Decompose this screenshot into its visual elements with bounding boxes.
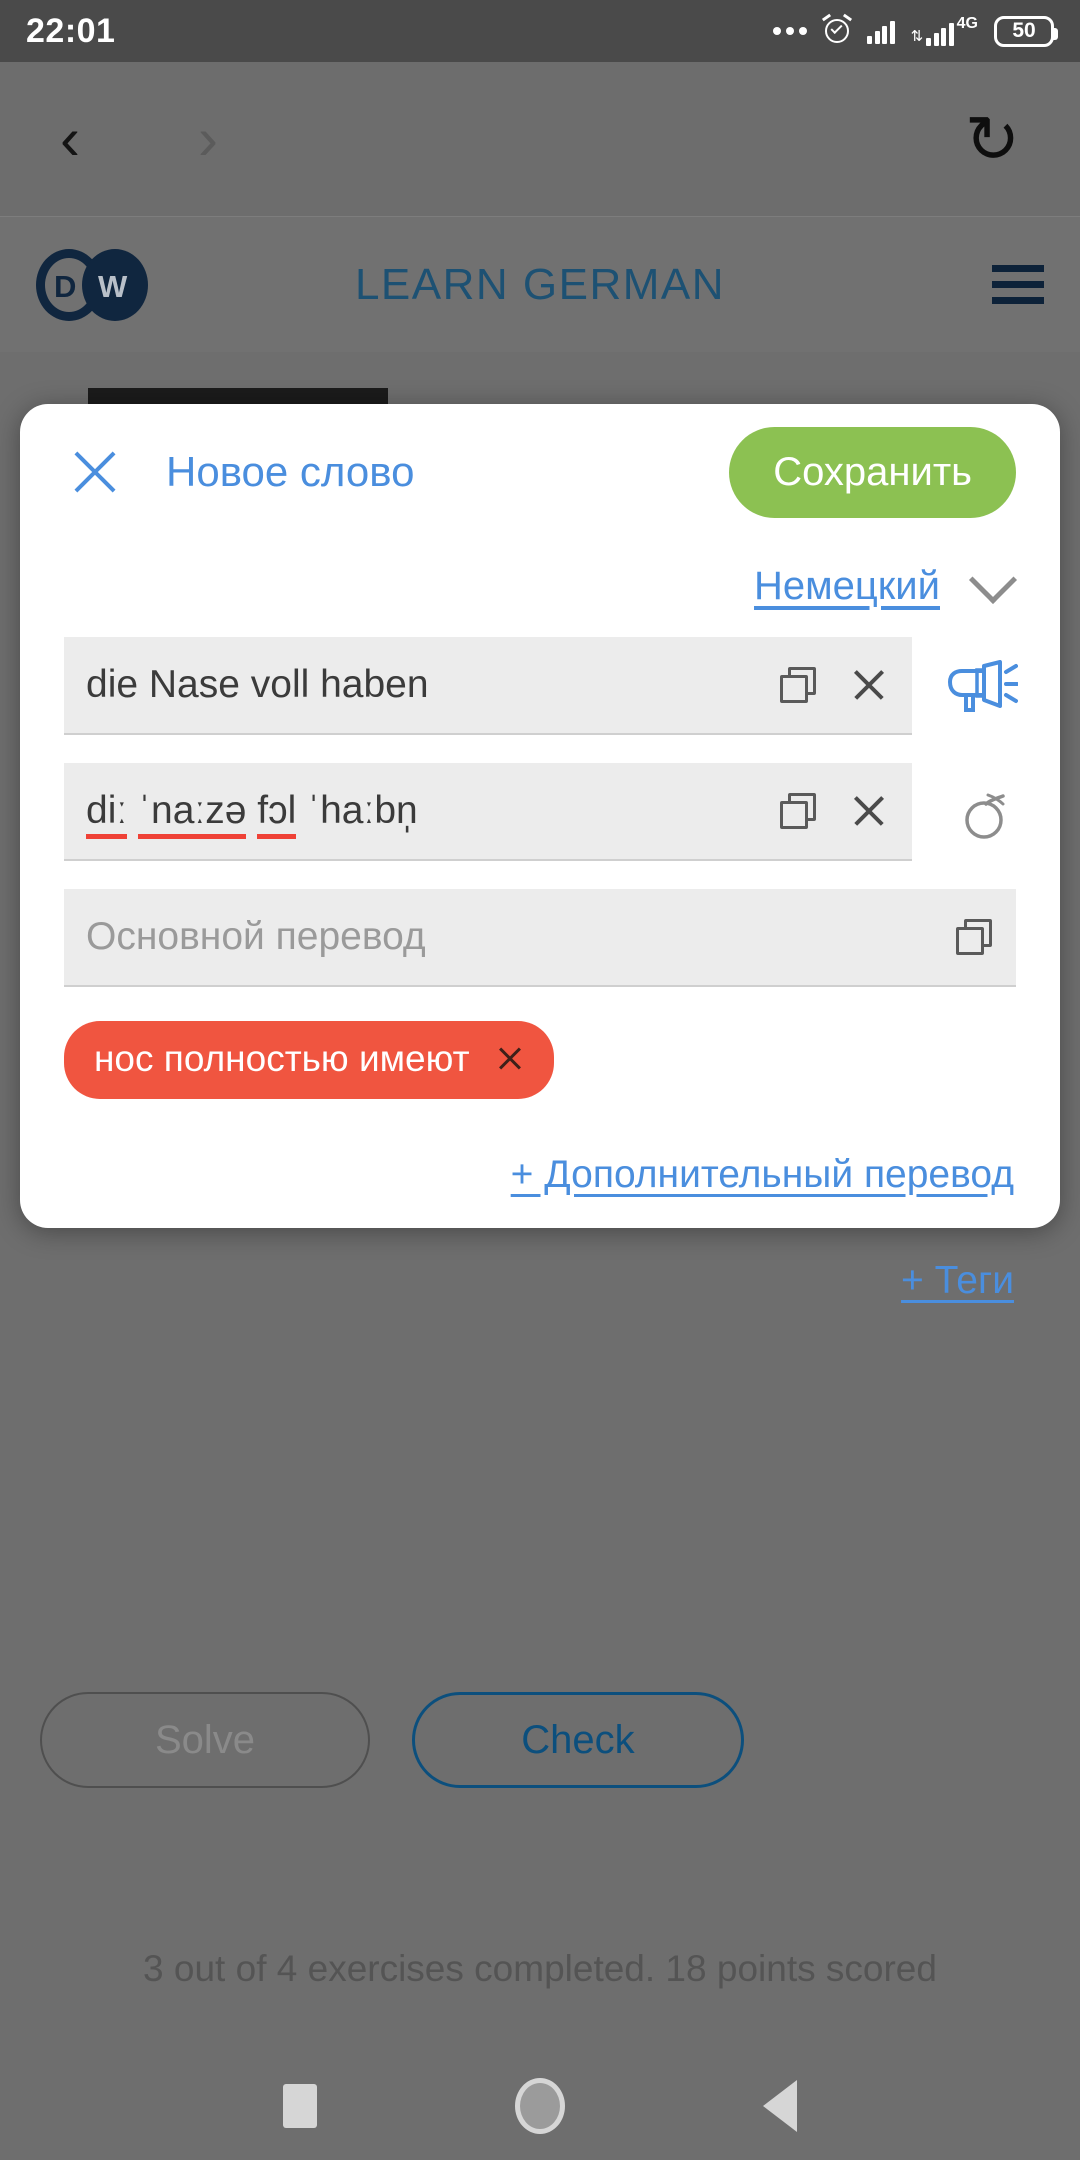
add-tags-link[interactable]: + Теги [901,1259,1014,1302]
translation-tag-label: нос полностью имеют [94,1038,470,1079]
transcription-field[interactable]: diː ˈnaːzə fɔl ˈhaːbn̩ [64,763,912,861]
close-icon[interactable] [68,445,122,499]
signal-bars-icon [867,18,895,44]
browser-reload-icon[interactable]: ↻ [965,106,1020,172]
status-bar: 22:01 ⇅ 4G 50 [0,0,1080,62]
recents-button[interactable] [180,2084,420,2128]
word-field-icons [780,666,902,704]
home-button[interactable] [420,2078,660,2134]
language-selector[interactable]: Немецкий [64,555,1018,609]
transcription-space [246,789,257,832]
word-field[interactable]: die Nase voll haben [64,637,912,735]
battery-icon: 50 [994,15,1058,47]
solve-button[interactable]: Solve [40,1692,370,1788]
transcription-row: diː ˈnaːzə fɔl ˈhaːbn̩ [64,763,1016,861]
add-translation-row: + Дополнительный перевод [64,1153,1016,1197]
status-time: 22:01 [26,11,116,50]
clear-icon[interactable] [850,792,888,830]
copy-icon[interactable] [780,793,816,829]
transcription-part: ˈhaːbn̩ [296,789,418,832]
save-button[interactable]: Сохранить [729,426,1016,518]
transcription-value: diː ˈnaːzə fɔl ˈhaːbn̩ [86,789,418,839]
status-icons: ⇅ 4G 50 [773,13,1058,47]
transcription-field-icons [780,792,902,830]
translation-tag[interactable]: нос полностью имеют [64,1021,554,1099]
transcription-part: fɔl [257,789,297,839]
site-header: D W LEARN GERMAN [0,217,1080,352]
dw-logo-d: D [54,268,77,304]
word-row: die Nase voll haben [64,637,1018,735]
word-value: die Nase voll haben [86,663,429,706]
phonetic-breve-icon[interactable] [958,763,1018,861]
remove-tag-icon[interactable] [496,1045,524,1073]
check-button[interactable]: Check [412,1692,744,1788]
home-circle-icon [515,2078,565,2134]
data-arrows-icon: ⇅ [910,28,924,45]
browser-toolbar: ‹ › ↻ [0,62,1080,217]
main-translation-field[interactable]: Основной перевод [64,889,1016,987]
mobile-data-icon: ⇅ 4G [911,16,978,46]
transcription-space [127,789,138,832]
hamburger-menu-icon[interactable] [992,265,1044,304]
transcription-part: diː [86,789,128,839]
back-button[interactable] [660,2080,900,2132]
new-word-modal: Новое слово Сохранить Немецкий die Nase … [20,404,1060,1302]
speaker-megaphone-icon[interactable] [946,637,1018,735]
chevron-down-icon[interactable] [968,555,1018,604]
battery-level-label: 50 [1012,19,1036,42]
browser-forward-icon[interactable]: › [198,109,218,169]
alarm-clock-icon [822,13,853,45]
recents-square-icon [283,2084,317,2128]
page-title: LEARN GERMAN [354,259,726,309]
copy-icon[interactable] [780,667,816,703]
tag-list: нос полностью имеют [64,987,1016,1099]
exercise-progress-text: 3 out of 4 exercises completed. 18 point… [143,1948,937,1989]
main-translation-placeholder: Основной перевод [86,915,426,958]
add-tags-row: + Теги [64,1259,1016,1303]
transcription-part: ˈnaːzə [138,789,247,839]
modal-header: Новое слово Сохранить [64,404,1016,540]
back-triangle-icon [763,2080,797,2132]
browser-back-icon[interactable]: ‹ [60,109,80,169]
phone-screen: 22:01 ⇅ 4G 50 ‹ › ↻ D W LEARN GERMAN Sol… [0,0,1080,2160]
add-translation-link[interactable]: + Дополнительный перевод [511,1153,1014,1196]
network-type-label: 4G [956,15,978,32]
clear-icon[interactable] [850,666,888,704]
language-selected-label[interactable]: Немецкий [754,564,940,609]
more-dots-icon [773,27,808,35]
copy-icon[interactable] [956,919,992,955]
android-navigation-bar [0,2052,1080,2160]
modal-title: Новое слово [166,448,415,495]
main-translation-field-icons [956,919,1006,955]
dw-logo-w: W [98,268,128,304]
